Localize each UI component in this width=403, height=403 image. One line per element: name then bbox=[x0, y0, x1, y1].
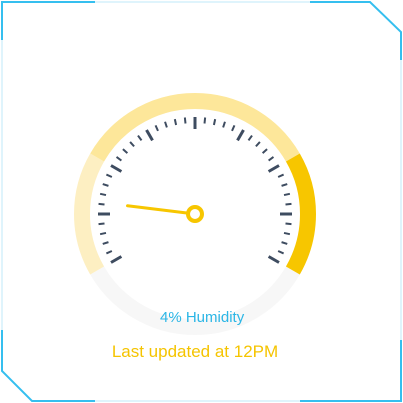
minor-tick bbox=[231, 124, 236, 132]
minor-tick bbox=[183, 117, 187, 124]
major-tick bbox=[145, 129, 154, 142]
minor-tick bbox=[212, 118, 217, 126]
minor-tick bbox=[285, 222, 292, 226]
major-tick bbox=[267, 255, 280, 264]
minor-tick bbox=[129, 141, 135, 148]
minor-tick bbox=[102, 241, 109, 245]
minor-tick bbox=[281, 241, 288, 245]
minor-tick bbox=[222, 121, 226, 128]
minor-tick bbox=[99, 231, 107, 236]
humidity-widget-card: 4% Humidity Last updated at 12PM bbox=[0, 0, 403, 403]
gauge-segment-high bbox=[285, 153, 316, 275]
minor-tick bbox=[281, 183, 288, 187]
minor-tick bbox=[102, 183, 109, 187]
minor-tick bbox=[154, 124, 159, 132]
major-tick bbox=[236, 129, 245, 142]
minor-tick bbox=[261, 148, 268, 154]
major-tick bbox=[110, 255, 123, 264]
major-tick bbox=[110, 164, 123, 173]
minor-tick bbox=[283, 231, 291, 236]
needle-hub bbox=[186, 205, 204, 223]
minor-tick bbox=[115, 156, 122, 162]
minor-tick bbox=[137, 134, 143, 141]
gauge-needle bbox=[126, 204, 204, 223]
major-tick bbox=[267, 164, 280, 173]
minor-tick bbox=[203, 117, 207, 124]
last-updated-label: Last updated at 12PM bbox=[111, 342, 279, 361]
minor-tick bbox=[277, 250, 285, 255]
minor-tick bbox=[98, 202, 105, 206]
humidity-readout: 4% Humidity bbox=[160, 309, 245, 326]
needle-line bbox=[126, 204, 197, 216]
minor-tick bbox=[247, 134, 253, 141]
minor-tick bbox=[99, 192, 107, 197]
gauge-segment-low bbox=[74, 153, 105, 275]
minor-tick bbox=[105, 173, 113, 178]
minor-tick bbox=[283, 192, 291, 197]
minor-tick bbox=[122, 148, 129, 154]
minor-tick bbox=[255, 141, 261, 148]
minor-tick bbox=[164, 121, 168, 128]
minor-tick bbox=[105, 250, 113, 255]
minor-tick bbox=[268, 156, 275, 162]
minor-tick bbox=[173, 118, 178, 126]
minor-tick bbox=[98, 222, 105, 226]
gauge-ticks bbox=[98, 117, 292, 264]
minor-tick bbox=[285, 202, 292, 206]
minor-tick bbox=[277, 173, 285, 178]
gauge-segment-mid bbox=[90, 93, 300, 162]
